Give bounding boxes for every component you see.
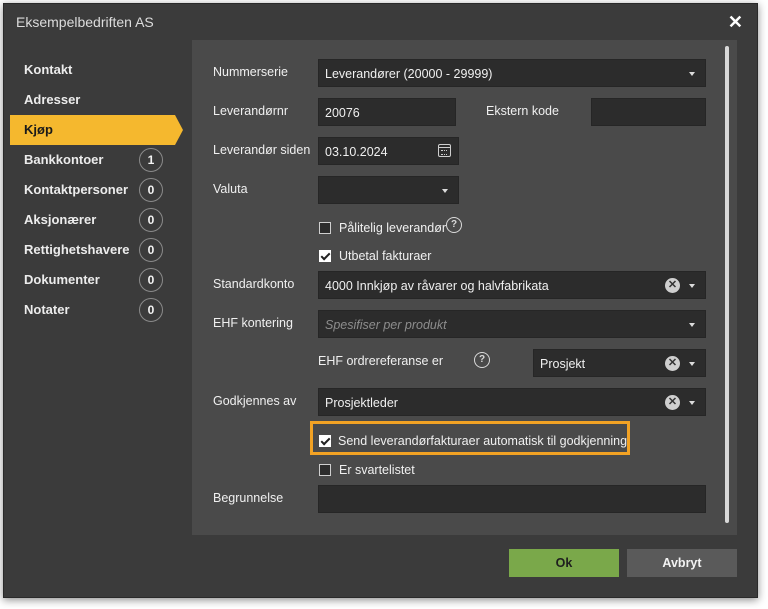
clear-icon[interactable]: ✕ bbox=[665, 395, 680, 410]
sidebar-item-kontaktpersoner[interactable]: Kontaktpersoner 0 bbox=[10, 175, 175, 205]
count-badge: 0 bbox=[139, 238, 163, 262]
begrunnelse-input[interactable] bbox=[318, 485, 706, 513]
ekstern-kode-label: Ekstern kode bbox=[486, 104, 559, 118]
cancel-button[interactable]: Avbryt bbox=[627, 549, 737, 577]
ehf-kontering-label: EHF kontering bbox=[213, 316, 293, 330]
sidebar-item-notater[interactable]: Notater 0 bbox=[10, 295, 175, 325]
count-badge: 0 bbox=[139, 178, 163, 202]
clear-icon[interactable]: ✕ bbox=[665, 278, 680, 293]
utbetal-label: Utbetal fakturaer bbox=[339, 249, 432, 263]
count-badge: 0 bbox=[139, 208, 163, 232]
palitelig-checkbox[interactable] bbox=[319, 222, 331, 234]
standardkonto-select[interactable]: 4000 Innkjøp av råvarer og halvfabrikata… bbox=[318, 271, 706, 299]
ehf-kontering-select[interactable]: Spesifiser per produkt bbox=[318, 310, 706, 338]
leverandornr-value: 20076 bbox=[325, 106, 360, 120]
leverandor-siden-value: 03.10.2024 bbox=[325, 145, 388, 159]
ekstern-kode-input[interactable] bbox=[591, 98, 706, 126]
sidebar-item-adresser[interactable]: Adresser bbox=[10, 85, 175, 115]
godkjennes-av-value: Prosjektleder bbox=[325, 396, 398, 410]
ehf-ordrereferanse-label: EHF ordrereferanse er bbox=[318, 354, 444, 368]
sidebar-item-bankkontoer[interactable]: Bankkontoer 1 bbox=[10, 145, 175, 175]
nummerserie-label: Nummerserie bbox=[213, 65, 289, 79]
palitelig-label: Pålitelig leverandør bbox=[339, 221, 446, 235]
count-badge: 0 bbox=[139, 298, 163, 322]
ehf-ordrereferanse-select[interactable]: Prosjekt ✕ bbox=[533, 349, 706, 377]
leverandor-siden-label: Leverandør siden bbox=[213, 143, 311, 157]
chevron-down-icon bbox=[689, 72, 695, 76]
godkjennes-av-select[interactable]: Prosjektleder ✕ bbox=[318, 388, 706, 416]
leverandornr-input[interactable]: 20076 bbox=[318, 98, 456, 126]
count-badge: 0 bbox=[139, 268, 163, 292]
valuta-label: Valuta bbox=[213, 182, 248, 196]
dialog-title: Eksempelbedriften AS bbox=[16, 14, 154, 30]
help-icon[interactable]: ? bbox=[474, 352, 490, 368]
sidebar-item-kontakt[interactable]: Kontakt bbox=[10, 55, 175, 85]
standardkonto-label: Standardkonto bbox=[213, 277, 295, 291]
sidebar-item-label: Aksjonærer bbox=[24, 212, 97, 227]
sidebar-item-kjop[interactable]: Kjøp bbox=[10, 115, 183, 145]
title-bar: Eksempelbedriften AS ✕ bbox=[4, 4, 757, 40]
clear-icon[interactable]: ✕ bbox=[665, 356, 680, 371]
scrollbar[interactable] bbox=[725, 46, 729, 523]
sidebar-item-label: Adresser bbox=[24, 92, 81, 107]
nummerserie-value: Leverandører (20000 - 29999) bbox=[325, 67, 493, 81]
count-badge: 1 bbox=[139, 148, 163, 172]
ehf-kontering-placeholder: Spesifiser per produkt bbox=[325, 318, 447, 332]
sidebar-item-label: Kontakt bbox=[24, 62, 73, 77]
svartelistet-label: Er svartelistet bbox=[339, 463, 415, 477]
calendar-icon[interactable] bbox=[438, 144, 451, 157]
utbetal-checkbox[interactable] bbox=[319, 250, 331, 262]
sidebar-item-label: Notater bbox=[24, 302, 70, 317]
sidebar-item-label: Rettighetshavere bbox=[24, 242, 130, 257]
help-icon[interactable]: ? bbox=[446, 217, 462, 233]
nummerserie-select[interactable]: Leverandører (20000 - 29999) bbox=[318, 59, 706, 87]
ok-button[interactable]: Ok bbox=[509, 549, 619, 577]
begrunnelse-label: Begrunnelse bbox=[213, 491, 284, 505]
sidebar-item-rettighetshavere[interactable]: Rettighetshavere 0 bbox=[10, 235, 175, 265]
sidebar-item-label: Bankkontoer bbox=[24, 152, 104, 167]
sidebar-item-dokumenter[interactable]: Dokumenter 0 bbox=[10, 265, 175, 295]
leverandornr-label: Leverandørnr bbox=[213, 104, 289, 118]
valuta-select[interactable] bbox=[318, 176, 459, 204]
chevron-down-icon bbox=[689, 401, 695, 405]
chevron-down-icon bbox=[442, 189, 448, 193]
leverandor-siden-datepicker[interactable]: 03.10.2024 bbox=[318, 137, 459, 165]
send-automatisk-checkbox[interactable] bbox=[319, 435, 331, 447]
close-icon[interactable]: ✕ bbox=[728, 12, 743, 33]
sidebar-item-label: Dokumenter bbox=[24, 272, 100, 287]
chevron-down-icon bbox=[689, 323, 695, 327]
chevron-down-icon bbox=[689, 284, 695, 288]
sidebar-item-label: Kontaktpersoner bbox=[24, 182, 129, 197]
sidebar-item-aksjonaerer[interactable]: Aksjonærer 0 bbox=[10, 205, 175, 235]
godkjennes-av-label: Godkjennes av bbox=[213, 394, 297, 408]
svartelistet-checkbox[interactable] bbox=[319, 464, 331, 476]
chevron-down-icon bbox=[689, 362, 695, 366]
standardkonto-value: 4000 Innkjøp av råvarer og halvfabrikata bbox=[325, 279, 549, 293]
sidebar-item-label: Kjøp bbox=[24, 122, 53, 137]
ehf-ordrereferanse-value: Prosjekt bbox=[540, 357, 586, 371]
send-automatisk-label: Send leverandørfakturaer automatisk til … bbox=[338, 434, 628, 448]
